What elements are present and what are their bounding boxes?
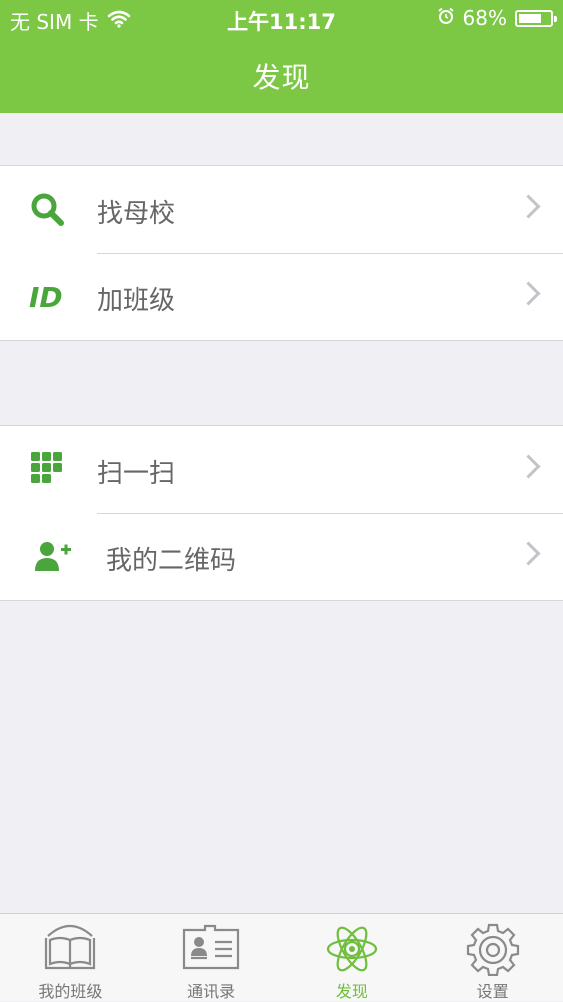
tab-label: 设置: [476, 982, 509, 1001]
page-title: 发现: [252, 61, 311, 94]
tab-settings[interactable]: 设置: [422, 914, 563, 1001]
chevron-right-icon: [516, 454, 541, 479]
tab-my-class[interactable]: 我的班级: [0, 914, 141, 1001]
status-bar: 无 SIM 卡 上午11:17 68%: [0, 0, 563, 38]
chevron-right-icon: [516, 281, 541, 306]
chevron-right-icon: [516, 541, 541, 566]
discover-group-1: 找母校 ID 加班级: [0, 165, 563, 341]
nav-header: 无 SIM 卡 上午11:17 68% 发现: [0, 0, 563, 113]
tab-contacts[interactable]: 通讯录: [141, 914, 282, 1001]
tab-label: 我的班级: [38, 982, 103, 1001]
tab-label: 发现: [335, 982, 368, 1001]
atom-icon: [326, 926, 377, 972]
row-label: 扫一扫: [97, 459, 176, 489]
row-join-class[interactable]: ID 加班级: [0, 253, 563, 340]
row-my-qr[interactable]: 我的二维码: [0, 513, 563, 600]
battery-percent: 68%: [462, 6, 507, 30]
row-label: 加班级: [97, 286, 176, 316]
discover-group-2: 扫一扫 我的二维码: [0, 425, 563, 601]
gear-icon: [466, 923, 519, 976]
book-icon: [45, 924, 96, 970]
row-label: 我的二维码: [106, 546, 237, 576]
tab-label: 通讯录: [187, 982, 236, 1001]
status-right: 68%: [437, 6, 557, 30]
svg-text:ID: ID: [29, 281, 63, 314]
chevron-right-icon: [516, 194, 541, 219]
tab-bar: 我的班级 通讯录 发现 设置: [0, 913, 563, 1001]
row-scan[interactable]: 扫一扫: [0, 426, 563, 513]
contact-card-icon: [183, 924, 240, 970]
search-icon: [28, 191, 68, 227]
add-user-icon: [34, 538, 74, 574]
battery-icon: [515, 9, 557, 27]
row-find-school[interactable]: 找母校: [0, 166, 563, 253]
qr-grid-icon: [28, 451, 68, 487]
row-label: 找母校: [97, 199, 176, 229]
alarm-icon: [437, 6, 455, 30]
id-icon: ID: [28, 278, 68, 314]
tab-discover[interactable]: 发现: [282, 914, 423, 1001]
